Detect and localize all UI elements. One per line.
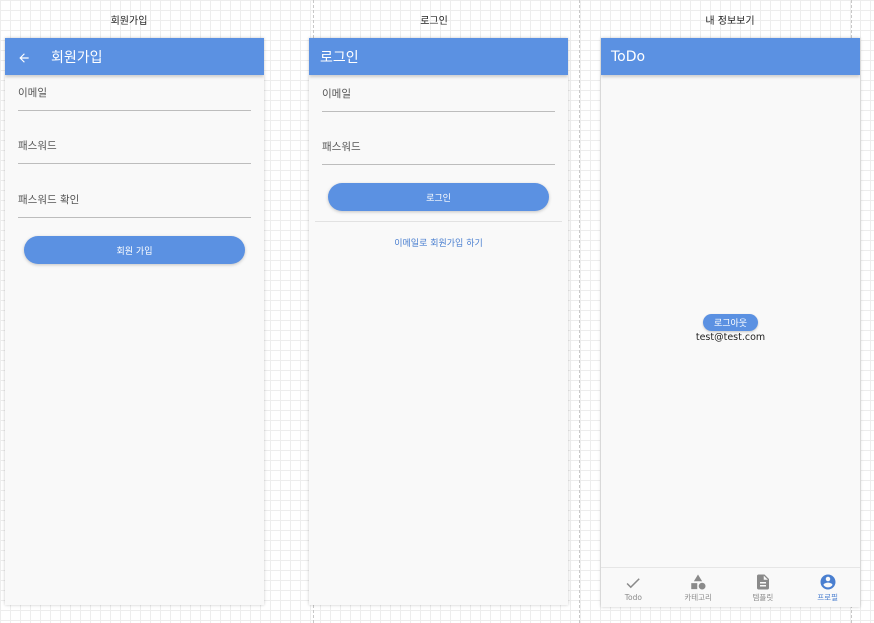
check-icon [626,577,641,588]
signup-appbar: 회원가입 [5,38,264,75]
signup-submit-button[interactable]: 회원 가입 [24,236,245,264]
signup-password-field[interactable] [18,137,251,164]
login-appbar: 로그인 [309,38,568,75]
login-password-input[interactable] [322,141,555,153]
login-screen: 로그인 로그인 이메일로 회원가입 하기 [309,38,568,605]
nav-item-category[interactable]: 카테고리 [666,568,731,607]
profile-appbar: ToDo [601,38,860,75]
logout-button[interactable]: 로그아웃 [703,314,758,331]
account-circle-icon [820,574,836,589]
signup-password-confirm-input[interactable] [18,194,251,206]
login-submit-button[interactable]: 로그인 [328,183,549,211]
back-arrow-icon[interactable] [17,50,31,64]
signup-email-field[interactable] [18,84,251,111]
profile-appbar-title: ToDo [611,48,646,65]
nav-item-profile[interactable]: 프로필 [795,568,860,607]
frame-title-profile: 내 정보보기 [705,16,755,27]
nav-label-template: 템플릿 [752,592,774,602]
signup-with-email-link[interactable]: 이메일로 회원가입 하기 [309,236,568,249]
nav-item-todo[interactable]: Todo [601,568,666,607]
document-icon [756,574,769,589]
signup-password-input[interactable] [18,140,251,152]
profile-screen: ToDo 로그아웃 test@test.com Todo 카테고리 템플릿 프로… [601,38,860,607]
frame-title-login: 로그인 [420,16,448,27]
login-email-field[interactable] [322,85,555,112]
signup-appbar-title: 회원가입 [51,49,103,66]
nav-label-profile: 프로필 [817,592,838,602]
login-divider [315,221,562,222]
category-icon [691,574,706,589]
bottom-navigation: Todo 카테고리 템플릿 프로필 [601,567,860,607]
login-password-field[interactable] [322,138,555,165]
nav-item-template[interactable]: 템플릿 [731,568,796,607]
login-appbar-title: 로그인 [320,49,359,66]
login-email-input[interactable] [322,88,555,100]
signup-password-confirm-field[interactable] [18,191,251,218]
frame-title-signup: 회원가입 [110,16,148,27]
nav-label-todo: Todo [624,592,642,602]
nav-label-category: 카테고리 [684,592,712,602]
user-email: test@test.com [695,332,766,343]
frame-separator [579,0,580,623]
signup-screen: 회원가입 회원 가입 [5,38,264,605]
signup-email-input[interactable] [18,87,251,99]
